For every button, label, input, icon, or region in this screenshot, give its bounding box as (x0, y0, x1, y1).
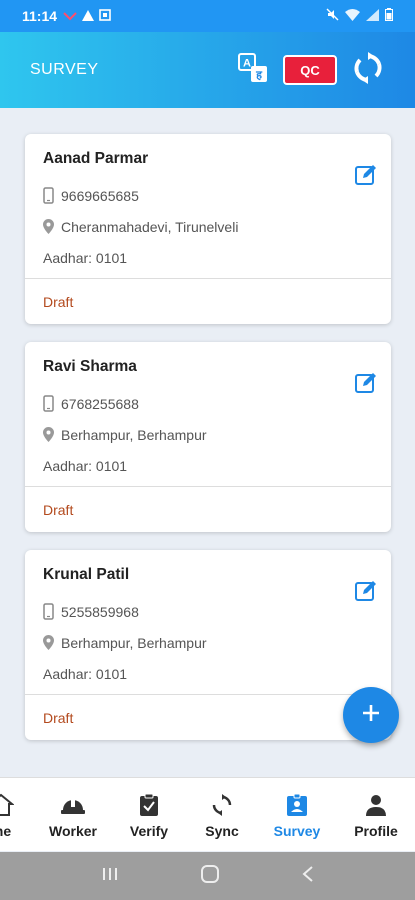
nav-label: Profile (354, 823, 398, 839)
card-location: Berhampur, Berhampur (61, 426, 207, 443)
add-survey-button[interactable] (343, 687, 399, 743)
nav-item-profile[interactable]: Profile (336, 778, 415, 852)
phone-icon (43, 603, 61, 620)
wifi-icon (345, 8, 360, 24)
person-icon (364, 791, 388, 819)
card-aadhar: Aadhar: 0101 (43, 249, 128, 266)
phone-icon (43, 395, 61, 412)
recent-apps-icon[interactable] (101, 865, 119, 888)
nav-item-verify[interactable]: Verify (109, 778, 189, 852)
nav-label: Sync (205, 823, 239, 839)
system-nav-bar (0, 852, 415, 900)
survey-card[interactable]: Aanad Parmar 9669665685 Cheranmahadevi, … (25, 134, 391, 324)
card-phone: 6768255688 (61, 395, 139, 412)
qc-button[interactable]: QC (283, 55, 337, 85)
nav-item-worker[interactable]: Worker (33, 778, 113, 852)
card-status: Draft (25, 278, 391, 324)
location-icon (43, 427, 61, 442)
clipboard-icon (138, 791, 160, 819)
edit-icon[interactable] (353, 370, 379, 396)
location-icon (43, 219, 61, 234)
card-location: Cheranmahadevi, Tirunelveli (61, 218, 239, 235)
home-icon (0, 791, 14, 819)
svg-text:A: A (243, 57, 251, 69)
card-status: Draft (25, 486, 391, 532)
back-icon[interactable] (301, 865, 315, 888)
edit-icon[interactable] (353, 162, 379, 188)
nav-label: Worker (49, 823, 97, 839)
status-bar: 11:14 (0, 0, 415, 32)
survey-list: Aanad Parmar 9669665685 Cheranmahadevi, … (25, 134, 391, 758)
nav-item-sync[interactable]: Sync (182, 778, 262, 852)
translate-icon[interactable]: A ह (237, 52, 269, 89)
battery-icon (385, 8, 393, 24)
status-time: 11:14 (22, 8, 58, 24)
card-aadhar: Aadhar: 0101 (43, 457, 128, 474)
mute-icon (326, 8, 339, 24)
location-icon (43, 635, 61, 650)
plus-icon (361, 703, 381, 728)
card-location: Berhampur, Berhampur (61, 634, 207, 651)
card-name: Krunal Patil (43, 566, 130, 583)
screenshot-icon (99, 8, 111, 24)
app-bar: SURVEY A ह QC (0, 32, 415, 108)
card-phone: 9669665685 (61, 187, 139, 204)
card-phone: 5255859968 (61, 603, 139, 620)
warning-icon (82, 8, 95, 24)
svg-text:ह: ह (255, 69, 263, 81)
helmet-icon (60, 791, 86, 819)
nav-label: Survey (273, 823, 321, 839)
nav-item-survey[interactable]: Survey (257, 778, 337, 852)
edit-icon[interactable] (353, 578, 379, 604)
card-status: Draft (25, 694, 391, 740)
notification-icon (63, 8, 77, 24)
survey-card[interactable]: Ravi Sharma 6768255688 Berhampur, Berham… (25, 342, 391, 532)
survey-badge-icon (286, 791, 308, 819)
nav-label: me (0, 823, 12, 839)
survey-card[interactable]: Krunal Patil 5255859968 Berhampur, Berha… (25, 550, 391, 740)
bottom-nav: me Worker Verify Sync Survey Profile (0, 777, 415, 851)
nav-label: Verify (129, 823, 169, 839)
sync-icon (210, 791, 234, 819)
card-aadhar: Aadhar: 0101 (43, 665, 128, 682)
home-button-icon[interactable] (200, 864, 220, 889)
sync-icon[interactable] (351, 51, 385, 90)
phone-icon (43, 187, 61, 204)
signal-icon (366, 8, 379, 24)
card-name: Aanad Parmar (43, 150, 149, 167)
page-title: SURVEY (30, 61, 99, 78)
card-name: Ravi Sharma (43, 358, 137, 375)
